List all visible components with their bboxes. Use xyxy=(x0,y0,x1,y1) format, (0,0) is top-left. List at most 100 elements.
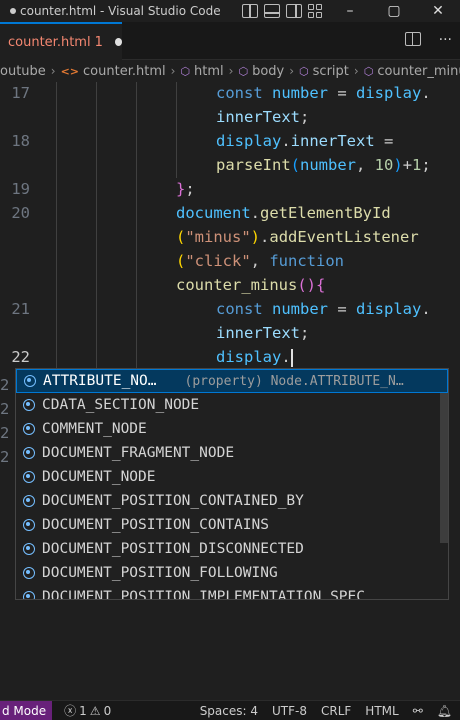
suggestion-label: ATTRIBUTE_NO… xyxy=(43,373,157,389)
code-line[interactable]: parseInt(number, 10)+1; xyxy=(216,156,431,174)
line-number: 19 xyxy=(11,180,30,198)
code-line[interactable]: const number = display. xyxy=(216,84,431,102)
code-line[interactable]: }; xyxy=(176,180,195,198)
modified-dot-icon[interactable] xyxy=(114,38,122,46)
layout-controls xyxy=(242,4,324,18)
code-line[interactable]: display. xyxy=(216,348,293,367)
code-token: display xyxy=(216,348,282,366)
warning-count: 0 xyxy=(103,703,112,718)
symbol-field-icon: ⬡ xyxy=(180,64,191,78)
code-token: const xyxy=(216,84,263,102)
code-token: display xyxy=(216,132,282,150)
breadcrumb-function[interactable]: ⬡counter_minus xyxy=(364,64,460,79)
indent-guide xyxy=(96,82,97,372)
code-token: { xyxy=(316,276,326,294)
line-number: 17 xyxy=(11,84,30,102)
problems-indicator[interactable]: ⓧ 1 ⚠ 0 xyxy=(64,702,111,719)
code-line[interactable]: display.innerText = xyxy=(216,132,393,150)
text-cursor xyxy=(290,348,293,367)
chevron-right-icon: › xyxy=(228,64,234,78)
line-number-partial: 2 xyxy=(0,424,10,442)
symbol-constant-icon xyxy=(22,422,36,436)
encoding-indicator[interactable]: UTF-8 xyxy=(272,704,307,718)
suggestion-item[interactable]: DOCUMENT_POSITION_DISCONNECTED xyxy=(16,537,448,561)
code-token: "minus" xyxy=(185,228,251,246)
mode-indicator[interactable]: d Mode xyxy=(0,700,53,720)
code-token: = xyxy=(328,300,357,318)
code-token: ( xyxy=(290,156,300,174)
symbol-constant-icon xyxy=(23,374,37,388)
breadcrumb-folder[interactable]: outube xyxy=(0,64,46,79)
suggestion-label: CDATA_SECTION_NODE xyxy=(42,397,200,413)
suggestion-item[interactable]: DOCUMENT_POSITION_CONTAINS xyxy=(16,513,448,537)
code-line[interactable]: ("click", function xyxy=(176,252,344,270)
code-token: document xyxy=(176,204,251,222)
code-token: ; xyxy=(300,324,310,342)
suggestion-label: DOCUMENT_POSITION_CONTAINS xyxy=(42,517,269,533)
minimize-button[interactable]: – xyxy=(328,3,372,19)
code-line[interactable]: counter_minus(){ xyxy=(176,276,325,294)
language-indicator[interactable]: HTML xyxy=(365,704,398,718)
suggestion-item[interactable]: DOCUMENT_POSITION_FOLLOWING xyxy=(16,561,448,585)
code-line[interactable]: innerText; xyxy=(216,324,309,342)
symbol-method-icon: ⬡ xyxy=(363,64,374,78)
suggestion-item[interactable]: DOCUMENT_POSITION_IMPLEMENTATION_SPEC xyxy=(16,585,448,600)
code-token: . xyxy=(250,204,260,222)
split-editor-icon[interactable] xyxy=(404,32,421,46)
window-controls: – ▢ ✕ xyxy=(328,3,460,19)
breadcrumb-script[interactable]: ⬡ script xyxy=(299,64,349,79)
notifications-bell-icon[interactable]: 🔔︎ xyxy=(437,704,452,718)
more-actions-icon[interactable]: ··· xyxy=(439,32,452,48)
indentation-indicator[interactable]: Spaces: 4 xyxy=(200,704,258,718)
eol-indicator[interactable]: CRLF xyxy=(321,704,351,718)
code-token: ) xyxy=(393,156,403,174)
code-token: . xyxy=(260,228,270,246)
toggle-secondary-sidebar-icon[interactable] xyxy=(286,4,302,18)
code-token: } xyxy=(176,180,186,198)
indent-guide xyxy=(136,82,137,372)
html-file-icon: <> xyxy=(60,64,80,78)
suggestion-item[interactable]: CDATA_SECTION_NODE xyxy=(16,393,448,417)
tab-problem-count: 1 xyxy=(94,34,103,50)
code-token: 1 xyxy=(412,156,422,174)
suggestion-label: DOCUMENT_FRAGMENT_NODE xyxy=(42,445,235,461)
suggestion-item[interactable]: COMMENT_NODE xyxy=(16,417,448,441)
code-line[interactable]: ("minus").addEventListener xyxy=(176,228,419,246)
suggestion-item[interactable]: DOCUMENT_POSITION_CONTAINED_BY xyxy=(16,489,448,513)
line-number: 22 xyxy=(11,348,30,366)
suggestion-item[interactable]: DOCUMENT_NODE xyxy=(16,465,448,489)
symbol-constant-icon xyxy=(22,566,36,580)
breadcrumb-file[interactable]: <> counter.html xyxy=(61,64,166,79)
breadcrumb-html[interactable]: ⬡ html xyxy=(180,64,223,79)
breadcrumb: outube › <> counter.html › ⬡ html › ⬡ body … xyxy=(0,60,460,82)
toggle-panel-icon[interactable] xyxy=(264,4,280,18)
code-token: number xyxy=(272,300,329,318)
code-line[interactable]: innerText; xyxy=(216,108,309,126)
code-token: counter_minus xyxy=(176,276,298,294)
code-line[interactable]: const number = display. xyxy=(216,300,431,318)
error-icon: ⓧ xyxy=(64,704,77,718)
suggestion-widget: ATTRIBUTE_NO… (property) Node.ATTRIBUTE_N… xyxy=(15,368,449,600)
tab-counter-html[interactable]: counter.html 1 xyxy=(0,22,122,60)
code-line[interactable]: document.getElementById xyxy=(176,204,391,222)
copilot-icon[interactable]: ⚯ xyxy=(413,704,423,718)
code-token: "click" xyxy=(185,252,251,270)
code-token: . xyxy=(421,300,431,318)
breadcrumb-body[interactable]: ⬡ body xyxy=(238,64,284,79)
suggestion-item[interactable]: DOCUMENT_FRAGMENT_NODE xyxy=(16,441,448,465)
toggle-primary-sidebar-icon[interactable] xyxy=(242,4,258,18)
symbol-constant-icon xyxy=(22,494,36,508)
customize-layout-icon[interactable] xyxy=(308,4,324,18)
suggestion-item[interactable]: ATTRIBUTE_NO… (property) Node.ATTRIBUTE_N… xyxy=(16,369,448,393)
close-button[interactable]: ✕ xyxy=(416,3,460,19)
code-token: , xyxy=(250,252,270,270)
line-number: 20 xyxy=(11,204,30,222)
chevron-right-icon: › xyxy=(50,64,56,78)
code-token: 10 xyxy=(374,156,394,174)
maximize-button[interactable]: ▢ xyxy=(372,3,416,19)
suggestion-label: DOCUMENT_POSITION_IMPLEMENTATION_SPEC xyxy=(42,589,366,600)
suggestion-detail: (property) Node.ATTRIBUTE_N… xyxy=(184,373,404,389)
code-token: ; xyxy=(185,180,195,198)
